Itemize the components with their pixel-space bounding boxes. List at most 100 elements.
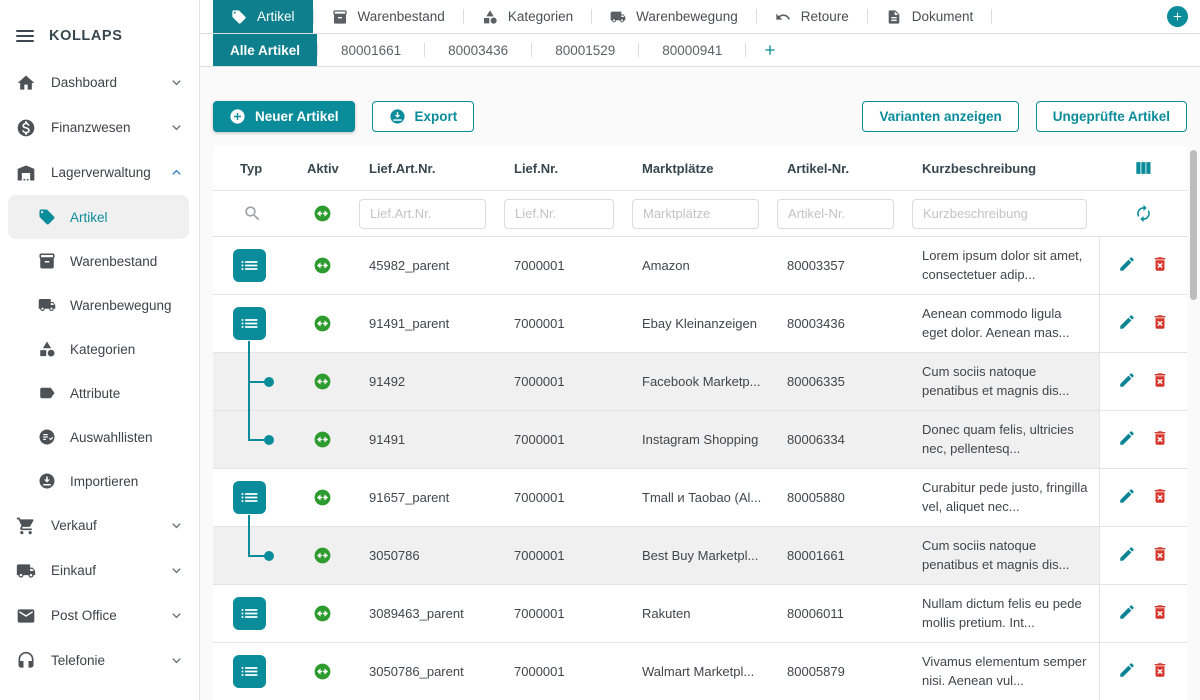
table-row[interactable]: 45982_parent7000001Amazon80003357Lorem i… (213, 237, 1187, 295)
edit-button[interactable] (1118, 661, 1136, 682)
sidebar-item-warenbestand[interactable]: Warenbestand (8, 239, 189, 283)
table-row[interactable]: 914927000001Facebook Marketp...80006335C… (213, 353, 1187, 411)
table-row[interactable]: 91491_parent7000001Ebay Kleinanzeigen800… (213, 295, 1187, 353)
filter-input-marktplaetze[interactable] (632, 199, 759, 229)
delete-button[interactable] (1151, 313, 1169, 334)
sidebar-item-artikel[interactable]: Artikel (8, 195, 189, 239)
subtab-bar: Alle Artikel8000166180003436800015298000… (200, 34, 1200, 67)
subtab-80003436[interactable]: 80003436 (425, 34, 531, 66)
tab-warenbewegung[interactable]: Warenbewegung (592, 0, 756, 33)
edit-button[interactable] (1118, 255, 1136, 276)
filter-input-kurzbeschreibung[interactable] (912, 199, 1087, 229)
sidebar-item-importieren[interactable]: Importieren (8, 459, 189, 503)
variant-list-button[interactable] (233, 249, 266, 282)
variant-list-button[interactable] (233, 597, 266, 630)
active-status-icon[interactable] (313, 662, 332, 681)
active-status-icon[interactable] (313, 430, 332, 449)
cell-typ (213, 411, 291, 468)
column-settings-button[interactable] (1099, 158, 1187, 178)
cell-typ (213, 295, 291, 352)
tab-artikel[interactable]: Artikel (213, 0, 313, 33)
active-status-icon[interactable] (313, 488, 332, 507)
column-header-typ: Typ (213, 161, 291, 176)
cell-aktiv (291, 662, 353, 681)
tab-retoure[interactable]: Retoure (757, 0, 867, 33)
edit-button[interactable] (1118, 487, 1136, 508)
add-subtab-button[interactable] (746, 34, 794, 66)
unchecked-articles-button[interactable]: Ungeprüfte Artikel (1036, 101, 1187, 132)
delete-button[interactable] (1151, 429, 1169, 450)
column-header-lief-nr: Lief.Nr. (498, 161, 626, 176)
filter-input-lief-art-nr[interactable] (359, 199, 486, 229)
cell-lief-art-nr: 91491 (353, 432, 498, 447)
delete-button[interactable] (1151, 255, 1169, 276)
cell-actions (1099, 585, 1187, 642)
sidebar-nav: DashboardFinanzwesenLagerverwaltungArtik… (0, 60, 199, 683)
export-label: Export (415, 109, 458, 124)
delete-button[interactable] (1151, 603, 1169, 624)
chevron-down-icon (168, 652, 185, 669)
cell-kurzbeschreibung: Cum sociis natoque penatibus et magnis d… (906, 537, 1099, 573)
edit-button[interactable] (1118, 545, 1136, 566)
subtab-alle-artikel[interactable]: Alle Artikel (213, 34, 317, 66)
sidebar-item-attribute[interactable]: Attribute (8, 371, 189, 415)
sidebar-item-einkauf[interactable]: Einkauf (0, 548, 199, 593)
sidebar-item-warenbewegung[interactable]: Warenbewegung (8, 283, 189, 327)
cell-artikel-nr: 80005879 (771, 664, 906, 679)
cell-marktplaetze: Walmart Marketpl... (626, 664, 771, 679)
active-status-icon[interactable] (313, 256, 332, 275)
delete-button[interactable] (1151, 371, 1169, 392)
add-tab-button[interactable] (1167, 6, 1188, 27)
export-button[interactable]: Export (372, 101, 475, 132)
variant-list-button[interactable] (233, 655, 266, 688)
menu-icon[interactable] (16, 30, 34, 42)
sidebar-item-lagerverwaltung[interactable]: Lagerverwaltung (0, 150, 199, 195)
edit-button[interactable] (1118, 313, 1136, 334)
sidebar-item-telefonie[interactable]: Telefonie (0, 638, 199, 683)
filter-cell-kurzbeschreibung (906, 199, 1099, 229)
cell-lief-art-nr: 91657_parent (353, 490, 498, 505)
delete-button[interactable] (1151, 545, 1169, 566)
active-status-icon[interactable] (313, 546, 332, 565)
delete-button[interactable] (1151, 661, 1169, 682)
tab-kategorien[interactable]: Kategorien (464, 0, 591, 33)
show-variants-label: Varianten anzeigen (879, 109, 1001, 124)
filter-aktiv-toggle[interactable] (291, 204, 353, 223)
subtab-80001661[interactable]: 80001661 (318, 34, 424, 66)
edit-button[interactable] (1118, 603, 1136, 624)
sidebar-item-post-office[interactable]: Post Office (0, 593, 199, 638)
show-variants-button[interactable]: Varianten anzeigen (862, 101, 1018, 132)
edit-button[interactable] (1118, 429, 1136, 450)
tab-spacer (992, 0, 1167, 33)
table-row[interactable]: 914917000001Instagram Shopping80006334Do… (213, 411, 1187, 469)
subtab-80000941[interactable]: 80000941 (639, 34, 745, 66)
table-row[interactable]: 3089463_parent7000001Rakuten80006011Null… (213, 585, 1187, 643)
variant-list-button[interactable] (233, 481, 266, 514)
sidebar-item-label: Auswahllisten (70, 430, 181, 445)
sidebar-item-verkauf[interactable]: Verkauf (0, 503, 199, 548)
tab-warenbestand[interactable]: Warenbestand (314, 0, 463, 33)
variant-list-button[interactable] (233, 307, 266, 340)
refresh-button[interactable] (1099, 204, 1187, 223)
active-status-icon[interactable] (313, 314, 332, 333)
sidebar-item-kategorien[interactable]: Kategorien (8, 327, 189, 371)
sidebar-item-auswahllisten[interactable]: Auswahllisten (8, 415, 189, 459)
warenbewegung-tab-icon (610, 9, 626, 25)
subtab-80001529[interactable]: 80001529 (532, 34, 638, 66)
chevron-down-icon (168, 607, 185, 624)
vertical-scrollbar-thumb[interactable] (1190, 150, 1197, 300)
sidebar-header: KOLLAPS (0, 6, 199, 60)
active-status-icon[interactable] (313, 372, 332, 391)
edit-button[interactable] (1118, 371, 1136, 392)
sidebar-item-dashboard[interactable]: Dashboard (0, 60, 199, 105)
table-row[interactable]: 30507867000001Best Buy Marketpl...800016… (213, 527, 1187, 585)
tab-dokument[interactable]: Dokument (868, 0, 992, 33)
active-status-icon[interactable] (313, 604, 332, 623)
filter-input-lief-nr[interactable] (504, 199, 614, 229)
table-row[interactable]: 91657_parent7000001Tmall и Taobao (Al...… (213, 469, 1187, 527)
sidebar-item-finanzwesen[interactable]: Finanzwesen (0, 105, 199, 150)
new-article-button[interactable]: Neuer Artikel (213, 101, 355, 132)
delete-button[interactable] (1151, 487, 1169, 508)
filter-input-artikel-nr[interactable] (777, 199, 894, 229)
table-row[interactable]: 3050786_parent7000001Walmart Marketpl...… (213, 643, 1187, 700)
